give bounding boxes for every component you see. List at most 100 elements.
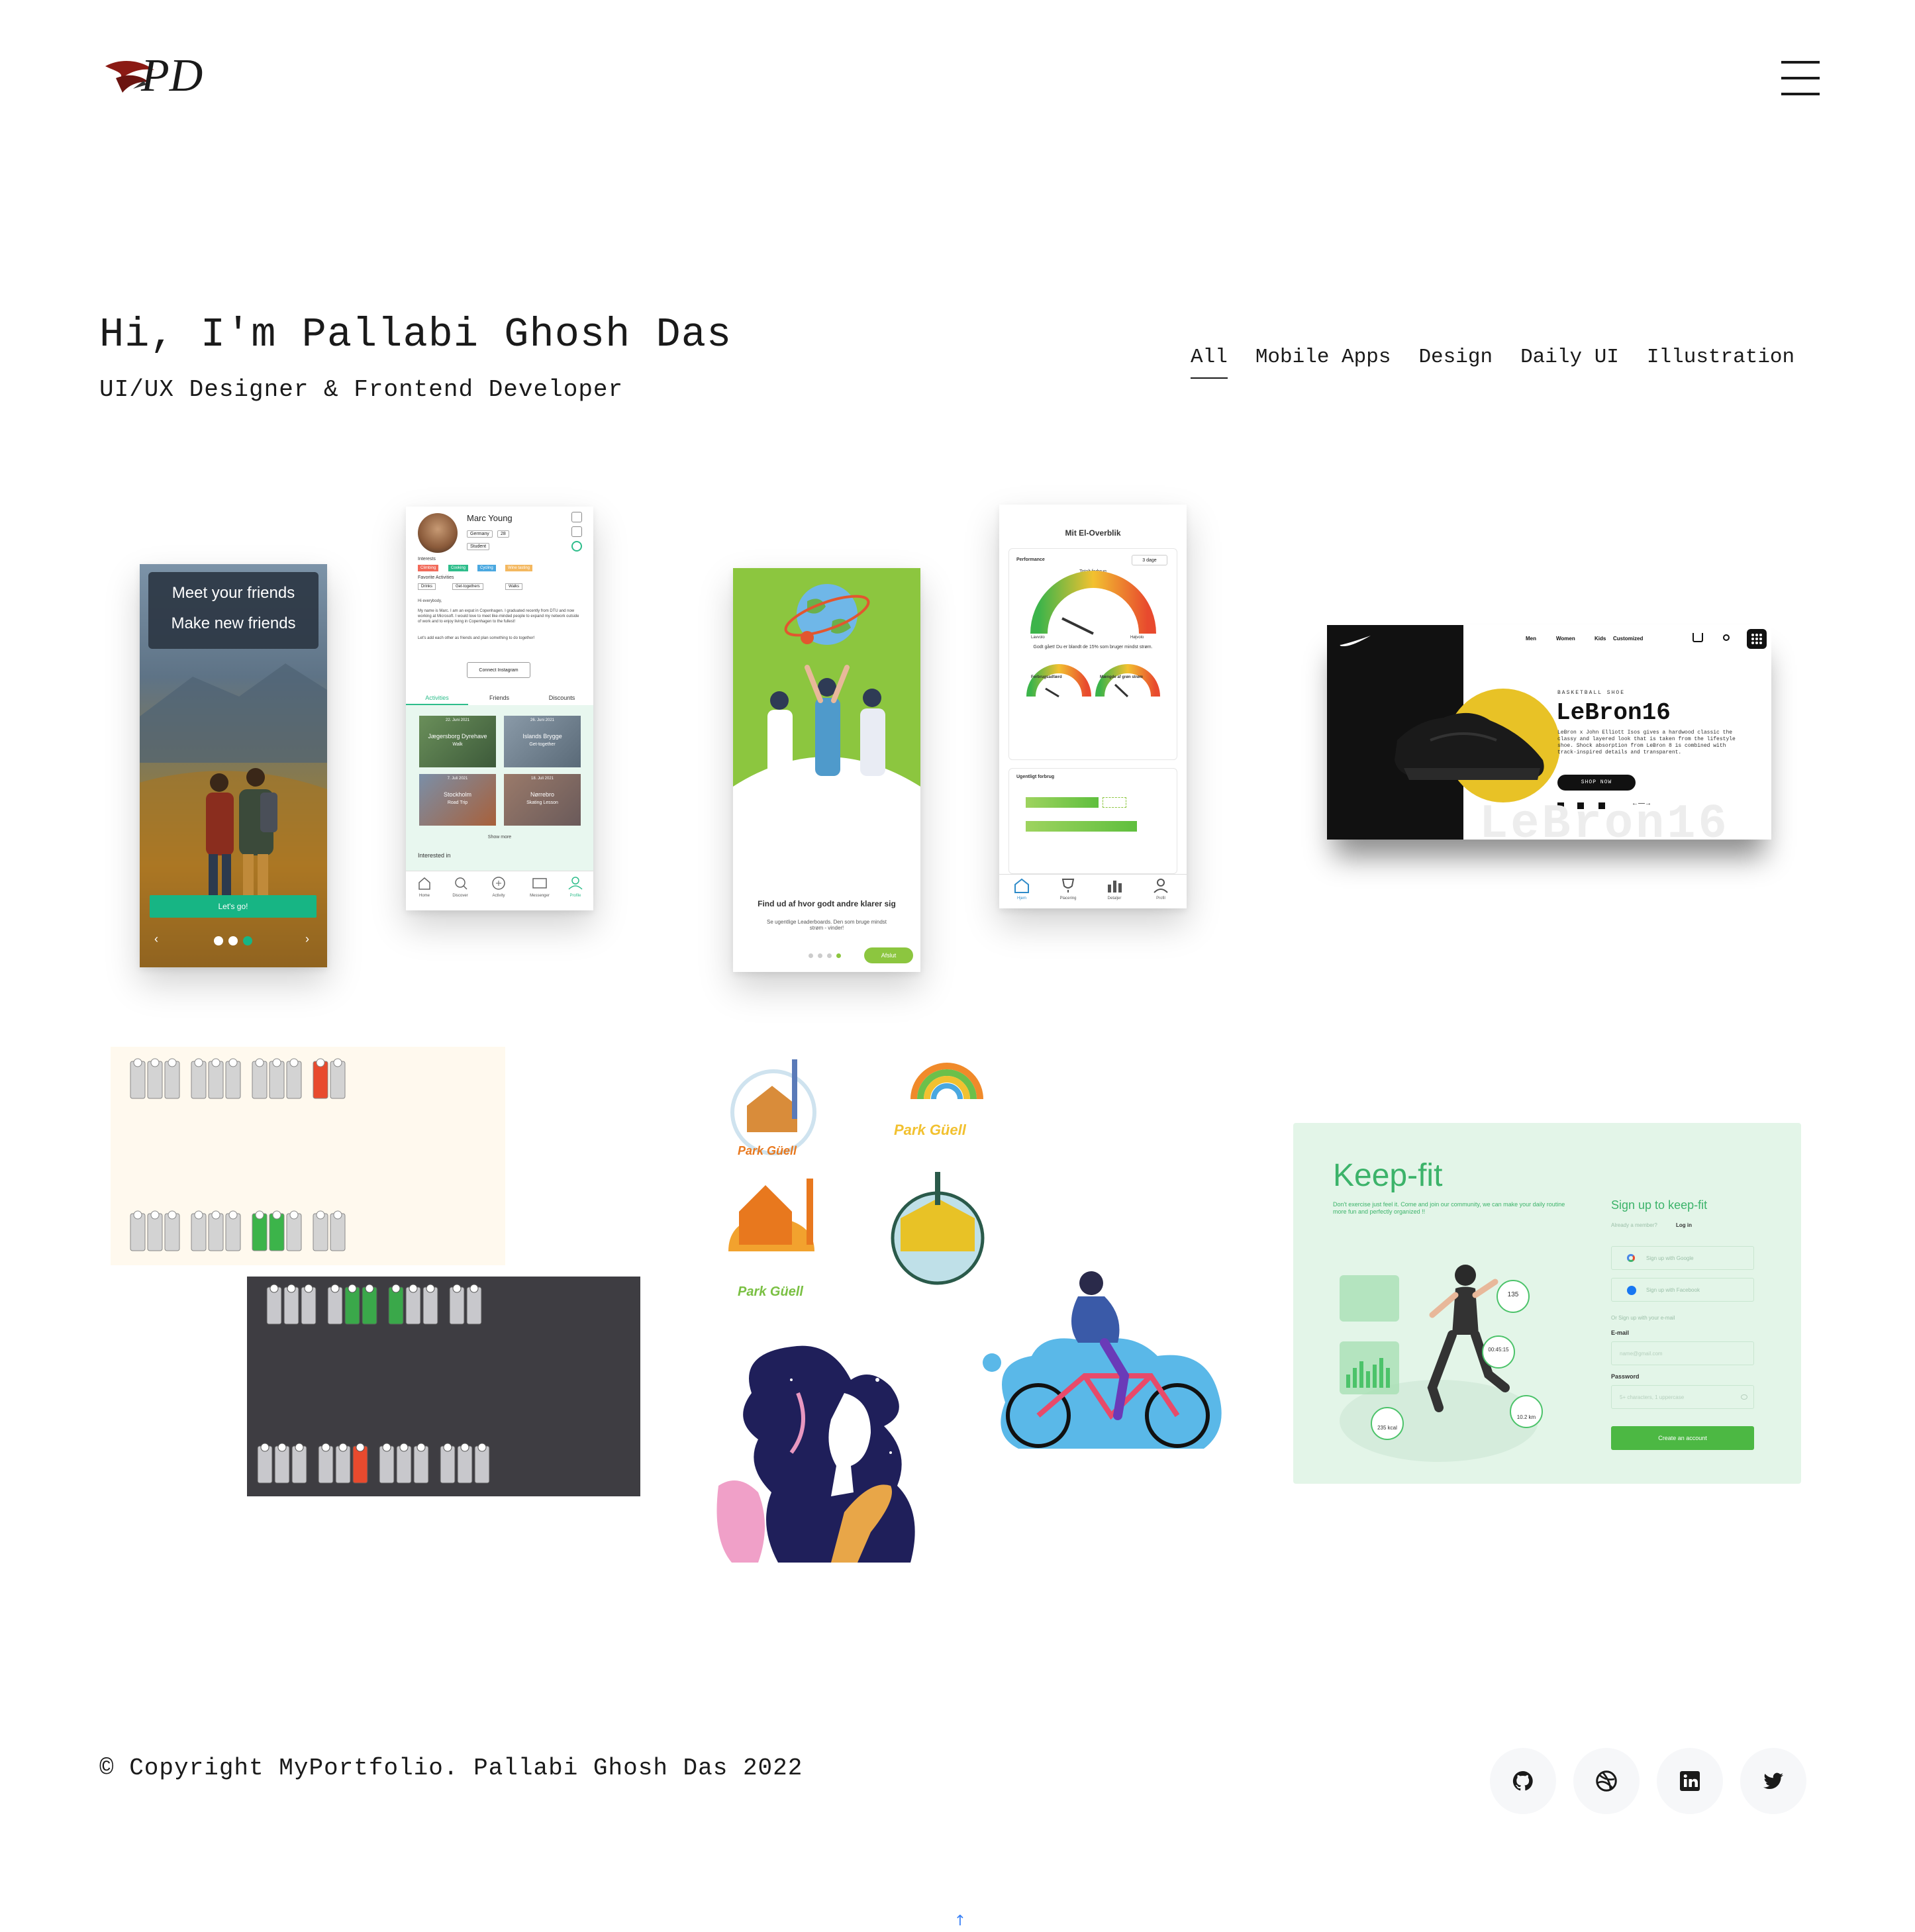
cyclist-illustration <box>983 1271 1222 1449</box>
hamburger-menu-icon[interactable] <box>1781 61 1820 95</box>
seat-number-tag <box>426 1284 435 1293</box>
bio-greeting: Hi everybody, <box>418 599 442 603</box>
project-card-energy-dashboard[interactable]: Mit El-Overblik Performance 3 dage Total… <box>999 505 1187 908</box>
password-label: Password <box>1611 1373 1640 1380</box>
seat-number-tag <box>399 1443 409 1452</box>
nav-profil[interactable]: Profil <box>1148 896 1174 900</box>
onboarding-heading: Find ud af hvor godt andre klarer sig <box>758 899 896 908</box>
filter-design[interactable]: Design <box>1418 346 1493 379</box>
filter-illustration[interactable]: Illustration <box>1647 346 1794 379</box>
linkedin-icon[interactable] <box>1657 1748 1723 1814</box>
login-link[interactable]: Log in <box>1676 1222 1692 1228</box>
keepfit-tagline: Don't exercise just feel it. Come and jo… <box>1333 1201 1565 1215</box>
seat-number-tag <box>443 1443 452 1452</box>
seat-number-tag <box>289 1210 299 1220</box>
runner-illustration <box>1340 1265 1543 1462</box>
edit-icon[interactable] <box>571 526 582 537</box>
weekly-bar-target <box>1103 797 1126 808</box>
menu-customized[interactable]: Customized <box>1613 636 1643 642</box>
nav-home[interactable]: Home <box>411 894 438 898</box>
search-icon[interactable] <box>1723 634 1730 641</box>
password-field[interactable]: 5+ characters, 1 uppercase <box>1611 1385 1754 1409</box>
cart-icon[interactable] <box>1693 633 1703 642</box>
grid-menu-icon[interactable] <box>1747 629 1767 649</box>
nav-messenger[interactable]: Messenger <box>524 894 556 898</box>
settings-icon[interactable] <box>571 512 582 522</box>
chevron-left-icon[interactable]: ‹ <box>154 932 158 946</box>
activity-tile[interactable]: 18. Juli 2021 Nørrebro Skating Lesson <box>504 774 581 826</box>
seat-number-tag <box>228 1210 238 1220</box>
tab-friends[interactable]: Friends <box>468 691 530 705</box>
connect-instagram-button[interactable]: Connect Instagram <box>467 662 530 678</box>
period-select[interactable]: 3 dage <box>1132 555 1167 565</box>
twitter-icon[interactable] <box>1740 1748 1806 1814</box>
nav-profile[interactable]: Profile <box>562 894 589 898</box>
menu-women[interactable]: Women <box>1556 636 1575 642</box>
seat-number-tag <box>277 1443 287 1452</box>
filter-all[interactable]: All <box>1191 346 1228 379</box>
show-more-link[interactable]: Show more <box>406 835 593 840</box>
park-guell-logos <box>728 1059 985 1285</box>
email-field[interactable]: name@gmail.com <box>1611 1341 1754 1365</box>
nav-home[interactable]: Hjem <box>1008 896 1035 900</box>
project-card-nike-lebron[interactable]: Men Women Kids Customized BASKETBALL SHO… <box>1327 625 1771 840</box>
activity-tile[interactable]: 26. Juni 2021 Islands Brygge Get-togethe… <box>504 716 581 767</box>
project-card-park-guell[interactable]: Park Güell Park Güell Park Güell <box>728 1053 1000 1304</box>
project-card-onboarding[interactable]: Find ud af hvor godt andre klarer sig Se… <box>733 568 920 972</box>
project-card-seatmap-light[interactable] <box>111 1047 505 1265</box>
seat-number-tag <box>356 1443 365 1452</box>
site-logo[interactable]: PD <box>103 50 225 106</box>
tag: Student <box>467 543 490 550</box>
page-subtitle: UI/UX Designer & Frontend Developer <box>99 376 624 403</box>
globe-people-illustration <box>733 584 920 820</box>
bottom-nav-icons <box>418 877 583 890</box>
project-card-seatmap-dark[interactable] <box>247 1277 640 1496</box>
menu-men[interactable]: Men <box>1526 636 1536 642</box>
tile-title: Nørrebro <box>530 791 554 798</box>
interest-chip: Cooking <box>448 565 469 571</box>
project-card-woman-illustration[interactable] <box>712 1340 975 1563</box>
dribbble-icon[interactable] <box>1573 1748 1640 1814</box>
high-label: Højvolo <box>1130 636 1144 640</box>
create-account-button[interactable]: Create an account <box>1611 1426 1754 1450</box>
signup-title: Sign up to keep-fit <box>1611 1198 1708 1212</box>
activity-tile[interactable]: 7. Juli 2021 Stockholm Road Trip <box>419 774 496 826</box>
project-card-cyclist-illustration[interactable] <box>979 1270 1230 1453</box>
filter-daily-ui[interactable]: Daily UI <box>1520 346 1619 379</box>
tile-title: Jægersborg Dyrehave <box>428 733 487 740</box>
seatmap-illustration <box>130 1058 346 1251</box>
menu-kids[interactable]: Kids <box>1595 636 1606 642</box>
finish-button[interactable]: Afslut <box>864 947 913 963</box>
project-card-profile-app[interactable]: Marc Young Germany 28 Student Interests … <box>406 507 593 910</box>
fav-chip: Drinks <box>418 583 436 590</box>
lets-go-button[interactable]: Let's go! <box>150 895 317 918</box>
nav-detaljer[interactable]: Detaljer <box>1101 896 1128 900</box>
seat-number-tag <box>417 1443 426 1452</box>
activity-tile[interactable]: 22. Juni 2021 Jægersborg Dyrehave Walk <box>419 716 496 767</box>
tile-sub: Get-together <box>529 742 556 747</box>
project-card-friends-app[interactable]: Meet your friends Make new friends Let's… <box>140 564 327 967</box>
google-icon <box>1627 1254 1635 1262</box>
park-guell-label: Park Güell <box>894 1122 966 1138</box>
woman-silhouette-illustration <box>716 1345 915 1563</box>
filter-mobile-apps[interactable]: Mobile Apps <box>1255 346 1391 379</box>
gauges <box>1026 571 1160 698</box>
project-card-keepfit[interactable]: Keep-fit Don't exercise just feel it. Co… <box>1293 1123 1801 1484</box>
interest-chip: Cycling <box>477 565 496 571</box>
tab-discounts[interactable]: Discounts <box>530 691 593 705</box>
shop-now-button[interactable]: SHOP NOW <box>1557 775 1636 791</box>
tab-activities[interactable]: Activities <box>406 691 468 705</box>
interest-chip: Wine tasting <box>505 565 533 571</box>
onboarding-body: Se ugentlige Leaderboards. Den som bruge… <box>767 919 887 931</box>
github-icon[interactable] <box>1490 1748 1556 1814</box>
nav-activity[interactable]: Activity <box>485 894 512 898</box>
chevron-right-icon[interactable]: › <box>305 932 309 946</box>
tile-date: 7. Juli 2021 <box>447 777 468 781</box>
nav-placering[interactable]: Placering <box>1055 896 1081 900</box>
seat-number-tag <box>382 1443 391 1452</box>
pager-dot-active <box>243 936 252 945</box>
eye-icon[interactable] <box>1741 1394 1747 1400</box>
back-to-top-arrow-icon[interactable]: ↑ <box>954 1913 967 1929</box>
seat-number-tag <box>255 1058 264 1067</box>
nav-discover[interactable]: Discover <box>447 894 473 898</box>
